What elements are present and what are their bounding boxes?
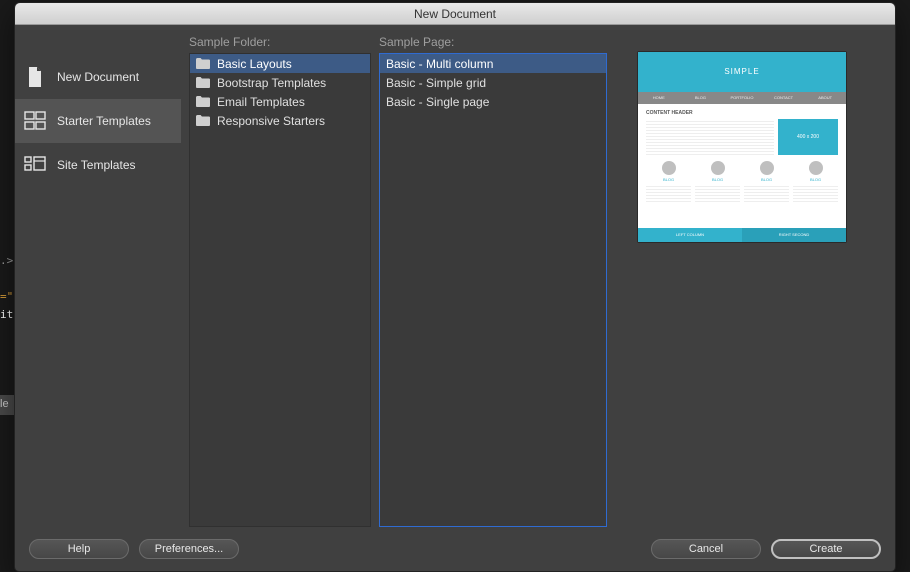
preview-nav-item: CONTACT [763, 92, 805, 104]
template-preview: SIMPLE HOMEBLOGPORTFOLIOCONTACTABOUT CON… [637, 51, 847, 243]
preview-footer: LEFT COLUMN RIGHT SECOND [638, 228, 846, 242]
preview-nav: HOMEBLOGPORTFOLIOCONTACTABOUT [638, 92, 846, 104]
folder-column-label: Sample Folder: [189, 35, 371, 49]
folder-icon [196, 115, 210, 126]
preview-col: BLOG [744, 161, 789, 202]
preview-columns: BLOG BLOG BLOG BLOG [646, 161, 838, 202]
page-listbox[interactable]: Basic - Multi column Basic - Simple grid B… [379, 53, 607, 527]
list-item-label: Responsive Starters [217, 114, 325, 128]
list-item[interactable]: Basic - Multi column [380, 54, 606, 73]
folder-icon [196, 77, 210, 88]
preview-pane: SIMPLE HOMEBLOGPORTFOLIOCONTACTABOUT CON… [615, 35, 883, 527]
starter-templates-icon [23, 109, 47, 133]
create-button[interactable]: Create [771, 539, 881, 559]
list-item-label: Basic - Simple grid [386, 76, 486, 90]
preview-col-head: BLOG [646, 177, 691, 182]
list-item-label: Basic - Single page [386, 95, 489, 109]
preview-circle-icon [662, 161, 676, 175]
preview-nav-item: PORTFOLIO [721, 92, 763, 104]
category-label: New Document [57, 70, 139, 84]
list-item-label: Email Templates [217, 95, 305, 109]
preview-col-text [793, 184, 838, 202]
preview-hero: SIMPLE [638, 52, 846, 92]
list-item[interactable]: Basic Layouts [190, 54, 370, 73]
preview-col-text [646, 184, 691, 202]
preview-nav-item: HOME [638, 92, 680, 104]
list-item[interactable]: Email Templates [190, 92, 370, 111]
document-icon [23, 65, 47, 89]
preview-col: BLOG [793, 161, 838, 202]
preview-footer-left: LEFT COLUMN [638, 228, 742, 242]
preview-circle-icon [809, 161, 823, 175]
preview-col-text [695, 184, 740, 202]
preview-col: BLOG [646, 161, 691, 202]
page-column: Sample Page: Basic - Multi columnBasic -… [379, 35, 607, 527]
button-bar: Help Preferences... Cancel Create [15, 531, 895, 571]
window-title: New Document [414, 7, 496, 21]
preferences-button[interactable]: Preferences... [139, 539, 239, 559]
dialog-content: New Document Starter Templates S [15, 25, 895, 531]
list-item-label: Bootstrap Templates [217, 76, 326, 90]
help-button[interactable]: Help [29, 539, 129, 559]
preview-footer-right: RIGHT SECOND [742, 228, 846, 242]
preview-text-block [646, 119, 774, 155]
list-item-label: Basic - Multi column [386, 57, 493, 71]
category-label: Site Templates [57, 158, 136, 172]
category-label: Starter Templates [57, 114, 151, 128]
site-templates-icon [23, 153, 47, 177]
list-item-label: Basic Layouts [217, 57, 292, 71]
dialog-window: New Document New Document Starter Templa… [14, 2, 896, 572]
category-sidebar: New Document Starter Templates S [15, 35, 181, 527]
list-item[interactable]: Basic - Simple grid [380, 73, 606, 92]
preview-nav-item: ABOUT [804, 92, 846, 104]
preview-col-head: BLOG [793, 177, 838, 182]
background-text: le [0, 398, 9, 410]
folder-listbox[interactable]: Basic Layouts Bootstrap Templates Email Te… [189, 53, 371, 527]
list-item[interactable]: Responsive Starters [190, 111, 370, 130]
category-starter-templates[interactable]: Starter Templates [15, 99, 181, 143]
preview-image-placeholder: 400 x 200 [778, 119, 838, 155]
titlebar: New Document [15, 3, 895, 25]
list-item[interactable]: Basic - Single page [380, 92, 606, 111]
preview-nav-item: BLOG [680, 92, 722, 104]
folder-icon [196, 96, 210, 107]
folder-icon [196, 58, 210, 69]
cancel-button[interactable]: Cancel [651, 539, 761, 559]
preview-circle-icon [760, 161, 774, 175]
page-column-label: Sample Page: [379, 35, 607, 49]
background-code-peek: .> =" it [0, 252, 13, 324]
category-new-document[interactable]: New Document [15, 55, 181, 99]
list-item[interactable]: Bootstrap Templates [190, 73, 370, 92]
preview-circle-icon [711, 161, 725, 175]
preview-col-head: BLOG [744, 177, 789, 182]
preview-col: BLOG [695, 161, 740, 202]
category-site-templates[interactable]: Site Templates [15, 143, 181, 187]
preview-heading: CONTENT HEADER [646, 110, 838, 116]
preview-col-text [744, 184, 789, 202]
preview-col-head: BLOG [695, 177, 740, 182]
folder-column: Sample Folder: Basic Layouts Bootstrap Te… [189, 35, 371, 527]
